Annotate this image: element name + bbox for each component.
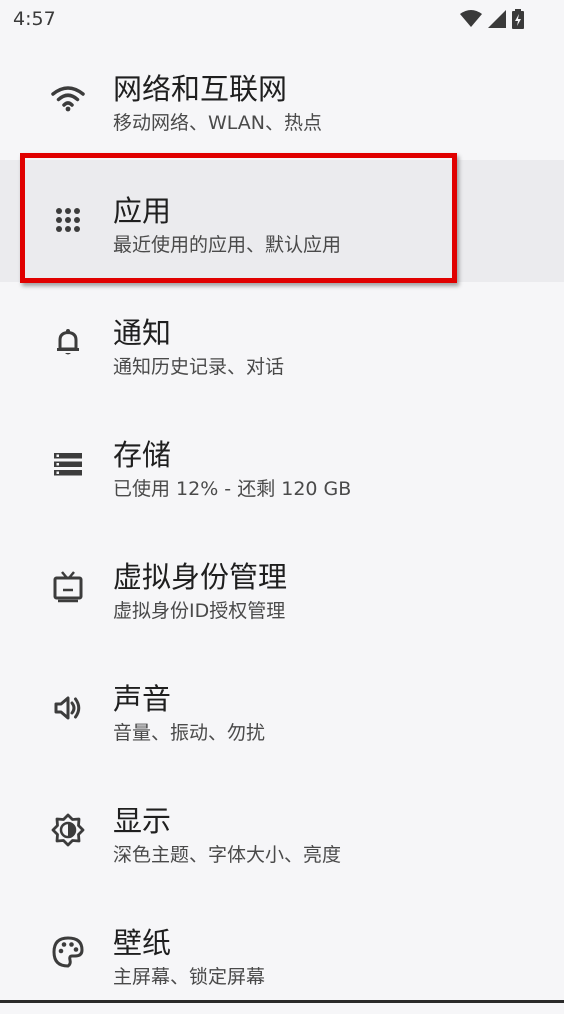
status-bar: 4:57 [0, 0, 564, 38]
settings-item-sound[interactable]: 声音 音量、振动、勿扰 [0, 648, 564, 770]
apps-grid-icon [50, 202, 86, 238]
settings-item-title: 网络和互联网 [113, 72, 288, 106]
status-icons [460, 9, 524, 29]
palette-icon [50, 934, 86, 970]
settings-item-subtitle: 已使用 12% - 还剩 120 GB [113, 478, 352, 500]
cellular-signal-icon [488, 10, 506, 28]
brightness-icon [50, 812, 86, 848]
tv-icon [50, 568, 86, 604]
battery-charging-icon [512, 9, 524, 29]
settings-item-subtitle: 最近使用的应用、默认应用 [113, 234, 342, 256]
settings-item-storage[interactable]: 存储 已使用 12% - 还剩 120 GB [0, 404, 564, 526]
settings-item-subtitle: 主屏幕、锁定屏幕 [113, 966, 266, 988]
settings-item-apps[interactable]: 应用 最近使用的应用、默认应用 [0, 160, 564, 282]
settings-item-title: 声音 [113, 682, 172, 716]
settings-item-subtitle: 虚拟身份ID授权管理 [113, 600, 286, 622]
settings-item-title: 虚拟身份管理 [113, 560, 288, 594]
settings-item-notifications[interactable]: 通知 通知历史记录、对话 [0, 282, 564, 404]
settings-item-display[interactable]: 显示 深色主题、字体大小、亮度 [0, 770, 564, 892]
settings-item-subtitle: 音量、振动、勿扰 [113, 722, 266, 744]
settings-item-title: 显示 [113, 804, 172, 838]
settings-item-subtitle: 移动网络、WLAN、热点 [113, 112, 323, 134]
settings-item-title: 存储 [113, 438, 172, 472]
settings-item-wallpaper[interactable]: 壁纸 主屏幕、锁定屏幕 [0, 892, 564, 1014]
status-time: 4:57 [13, 8, 56, 30]
settings-item-subtitle: 通知历史记录、对话 [113, 356, 285, 378]
volume-icon [50, 690, 86, 726]
settings-item-title: 通知 [113, 316, 172, 350]
wifi-icon [50, 80, 86, 116]
settings-item-subtitle: 深色主题、字体大小、亮度 [113, 844, 342, 866]
settings-item-network[interactable]: 网络和互联网 移动网络、WLAN、热点 [0, 38, 564, 160]
settings-item-title: 壁纸 [113, 926, 172, 960]
settings-item-title: 应用 [113, 194, 172, 228]
settings-item-virtual-identity[interactable]: 虚拟身份管理 虚拟身份ID授权管理 [0, 526, 564, 648]
storage-icon [50, 446, 86, 482]
settings-list: 网络和互联网 移动网络、WLAN、热点 应用 最近使用的应用、默认应用 通知 通… [0, 38, 564, 1014]
bell-icon [50, 324, 86, 360]
wifi-icon [460, 10, 482, 28]
